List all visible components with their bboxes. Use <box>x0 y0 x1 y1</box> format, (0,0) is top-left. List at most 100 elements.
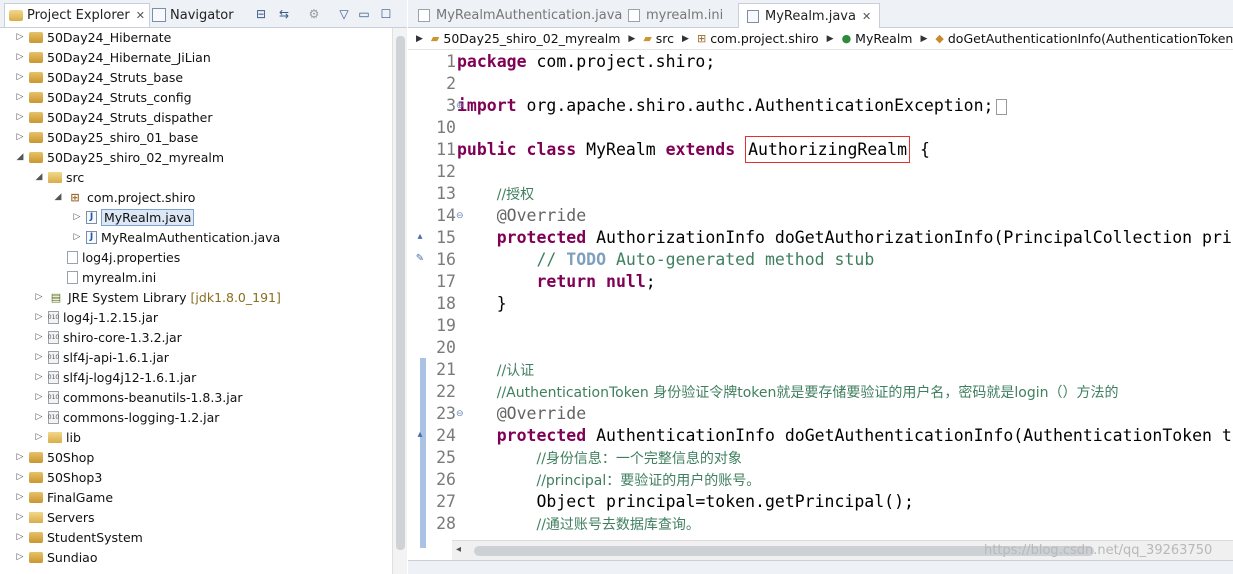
tab-label: Navigator <box>170 7 234 23</box>
code-line: //授权 <box>457 183 534 205</box>
collapsed-arrow-icon[interactable]: ▷ <box>14 492 26 502</box>
collapsed-arrow-icon[interactable]: ▷ <box>14 112 26 122</box>
tree-item[interactable]: ▷ J MyRealmAuthentication.java <box>0 227 392 247</box>
minimize-icon[interactable]: ▭ <box>356 6 372 22</box>
breadcrumb-method[interactable]: ◆ doGetAuthenticationInfo(AuthenticationT… <box>935 31 1233 46</box>
override-marker-icon: ▴ <box>417 429 423 440</box>
scrollbar-thumb[interactable] <box>396 36 405 550</box>
collapse-fold-icon[interactable]: ⊖ <box>456 403 466 425</box>
tab-myrealm-ini[interactable]: myrealm.ini <box>620 3 731 28</box>
project-icon <box>29 531 43 543</box>
tree-item[interactable]: ▷ 50Day25_shiro_01_base <box>0 127 392 147</box>
tree-item[interactable]: ▷ 010 log4j-1.2.15.jar <box>0 307 392 327</box>
project-icon <box>29 111 43 123</box>
maximize-icon[interactable]: ☐ <box>378 6 394 22</box>
link-with-editor-icon[interactable]: ⇆ <box>276 6 292 22</box>
tree-item-label: Sundiao <box>47 549 98 565</box>
tree-item[interactable]: ▷ 010 shiro-core-1.3.2.jar <box>0 327 392 347</box>
line-number: 21 <box>436 360 456 379</box>
expanded-arrow-icon[interactable]: ◢ <box>33 172 45 182</box>
tree-item[interactable]: ▷ lib <box>0 427 392 447</box>
collapsed-arrow-icon[interactable]: ▷ <box>14 472 26 482</box>
tree-item[interactable]: ▷ 50Day24_Struts_base <box>0 67 392 87</box>
tree-item[interactable]: ▷ 010 slf4j-log4j12-1.6.1.jar <box>0 367 392 387</box>
code-area[interactable]: package com.project.shiro; import org.apa… <box>457 50 1233 540</box>
tree-item[interactable]: ▷ 50Day24_Hibernate <box>0 28 392 47</box>
collapsed-arrow-icon[interactable]: ▷ <box>33 372 45 382</box>
collapsed-arrow-icon[interactable]: ▷ <box>14 72 26 82</box>
tree-item[interactable]: myrealm.ini <box>0 267 392 287</box>
tree-item[interactable]: ◢ ⊞ com.project.shiro <box>0 187 392 207</box>
view-menu-icon[interactable]: ▽ <box>336 6 352 22</box>
tree-item[interactable]: ▷ 010 commons-logging-1.2.jar <box>0 407 392 427</box>
tree-item[interactable]: ▷ 50Shop3 <box>0 467 392 487</box>
tree-item[interactable]: ▷ FinalGame <box>0 487 392 507</box>
collapsed-arrow-icon[interactable]: ▷ <box>14 512 26 522</box>
expand-fold-icon[interactable]: ⊕ <box>456 95 466 117</box>
collapsed-arrow-icon[interactable]: ▷ <box>33 392 45 402</box>
line-number: 22 <box>436 382 456 401</box>
tree-item[interactable]: ▷ 50Day24_Struts_dispather <box>0 107 392 127</box>
code-token: protected <box>496 426 587 445</box>
collapsed-arrow-icon[interactable]: ▷ <box>14 32 26 42</box>
collapse-all-icon[interactable]: ⊟ <box>253 6 269 22</box>
close-icon[interactable]: ✕ <box>862 10 871 23</box>
collapsed-arrow-icon[interactable]: ▷ <box>33 412 45 422</box>
collapsed-arrow-icon[interactable]: ▷ <box>71 212 83 222</box>
tab-navigator[interactable]: Navigator <box>148 3 238 27</box>
breadcrumb-class[interactable]: ● MyRealm <box>842 31 913 46</box>
filter-icon[interactable]: ⚙ <box>306 6 322 22</box>
line-number: 25 <box>436 448 456 467</box>
tree-item[interactable]: ▷ 010 slf4j-api-1.6.1.jar <box>0 347 392 367</box>
tree-item[interactable]: ▷ 010 commons-beanutils-1.8.3.jar <box>0 387 392 407</box>
tree-item[interactable]: log4j.properties <box>0 247 392 267</box>
collapsed-arrow-icon[interactable]: ▷ <box>14 452 26 462</box>
code-line: @Override <box>457 403 586 425</box>
tree-item[interactable]: ◢ src <box>0 167 392 187</box>
collapsed-arrow-icon[interactable]: ▷ <box>71 232 83 242</box>
collapsed-arrow-icon[interactable]: ▷ <box>14 92 26 102</box>
collapsed-arrow-icon[interactable]: ▷ <box>33 312 45 322</box>
code-token: //身份信息：一个完整信息的对象 <box>536 451 742 467</box>
library-icon: ▤ <box>50 290 62 304</box>
tab-project-explorer[interactable]: Project Explorer ✕ <box>4 3 150 27</box>
collapsed-arrow-icon[interactable]: ▷ <box>33 432 45 442</box>
collapsed-arrow-icon[interactable]: ▷ <box>14 552 26 562</box>
expanded-arrow-icon[interactable]: ◢ <box>52 192 64 202</box>
chevron-right-icon: ▶ <box>628 33 636 44</box>
collapsed-arrow-icon[interactable]: ▷ <box>33 332 45 342</box>
breadcrumb-package[interactable]: ⊞ com.project.shiro <box>697 31 819 46</box>
tree-item[interactable]: ▷ 50Shop <box>0 447 392 467</box>
close-icon[interactable]: ✕ <box>136 9 145 22</box>
breadcrumb-src[interactable]: ▰ src <box>643 31 674 46</box>
collapse-fold-icon[interactable]: ⊖ <box>456 205 466 227</box>
tree-item[interactable]: ▷ 50Day24_Hibernate_JiLian <box>0 47 392 67</box>
editor-panel: MyRealmAuthentication.java myrealm.ini M… <box>408 0 1233 574</box>
collapsed-arrow-icon[interactable]: ▷ <box>33 292 45 302</box>
code-line: protected AuthorizationInfo doGetAuthori… <box>457 227 1232 249</box>
collapsed-arrow-icon[interactable]: ▷ <box>33 352 45 362</box>
folder-icon <box>29 511 43 523</box>
tree-item[interactable]: ▷ Sundiao <box>0 547 392 567</box>
code-token: @Override <box>496 206 587 225</box>
vertical-scrollbar[interactable] <box>392 28 407 574</box>
tab-myrealmauthentication-java[interactable]: MyRealmAuthentication.java <box>410 3 630 28</box>
folded-imports-marker[interactable] <box>996 98 1008 115</box>
collapsed-arrow-icon[interactable]: ▷ <box>14 132 26 142</box>
breadcrumb-project[interactable]: ▰ 50Day25_shiro_02_myrealm <box>431 31 620 46</box>
expanded-arrow-icon[interactable]: ◢ <box>14 152 26 162</box>
scroll-left-icon[interactable]: ◂ <box>456 544 461 555</box>
jar-icon: 010 <box>48 370 59 384</box>
tree-item[interactable]: ▷ Servers <box>0 507 392 527</box>
tree-item[interactable]: ▷ 50Day24_Struts_config <box>0 87 392 107</box>
tree-item[interactable]: ▷ J MyRealm.java <box>0 207 392 227</box>
tree-item[interactable]: ▷ StudentSystem <box>0 527 392 547</box>
line-number: 18 <box>436 294 456 313</box>
tree-item[interactable]: ◢ 50Day25_shiro_02_myrealm <box>0 147 392 167</box>
tab-myrealm-java[interactable]: MyRealm.java ✕ <box>738 3 881 28</box>
file-icon <box>67 250 78 264</box>
collapsed-arrow-icon[interactable]: ▷ <box>14 52 26 62</box>
collapsed-arrow-icon[interactable]: ▷ <box>14 532 26 542</box>
tree-item[interactable]: ▷ ▤ JRE System Library [jdk1.8.0_191] <box>0 287 392 307</box>
